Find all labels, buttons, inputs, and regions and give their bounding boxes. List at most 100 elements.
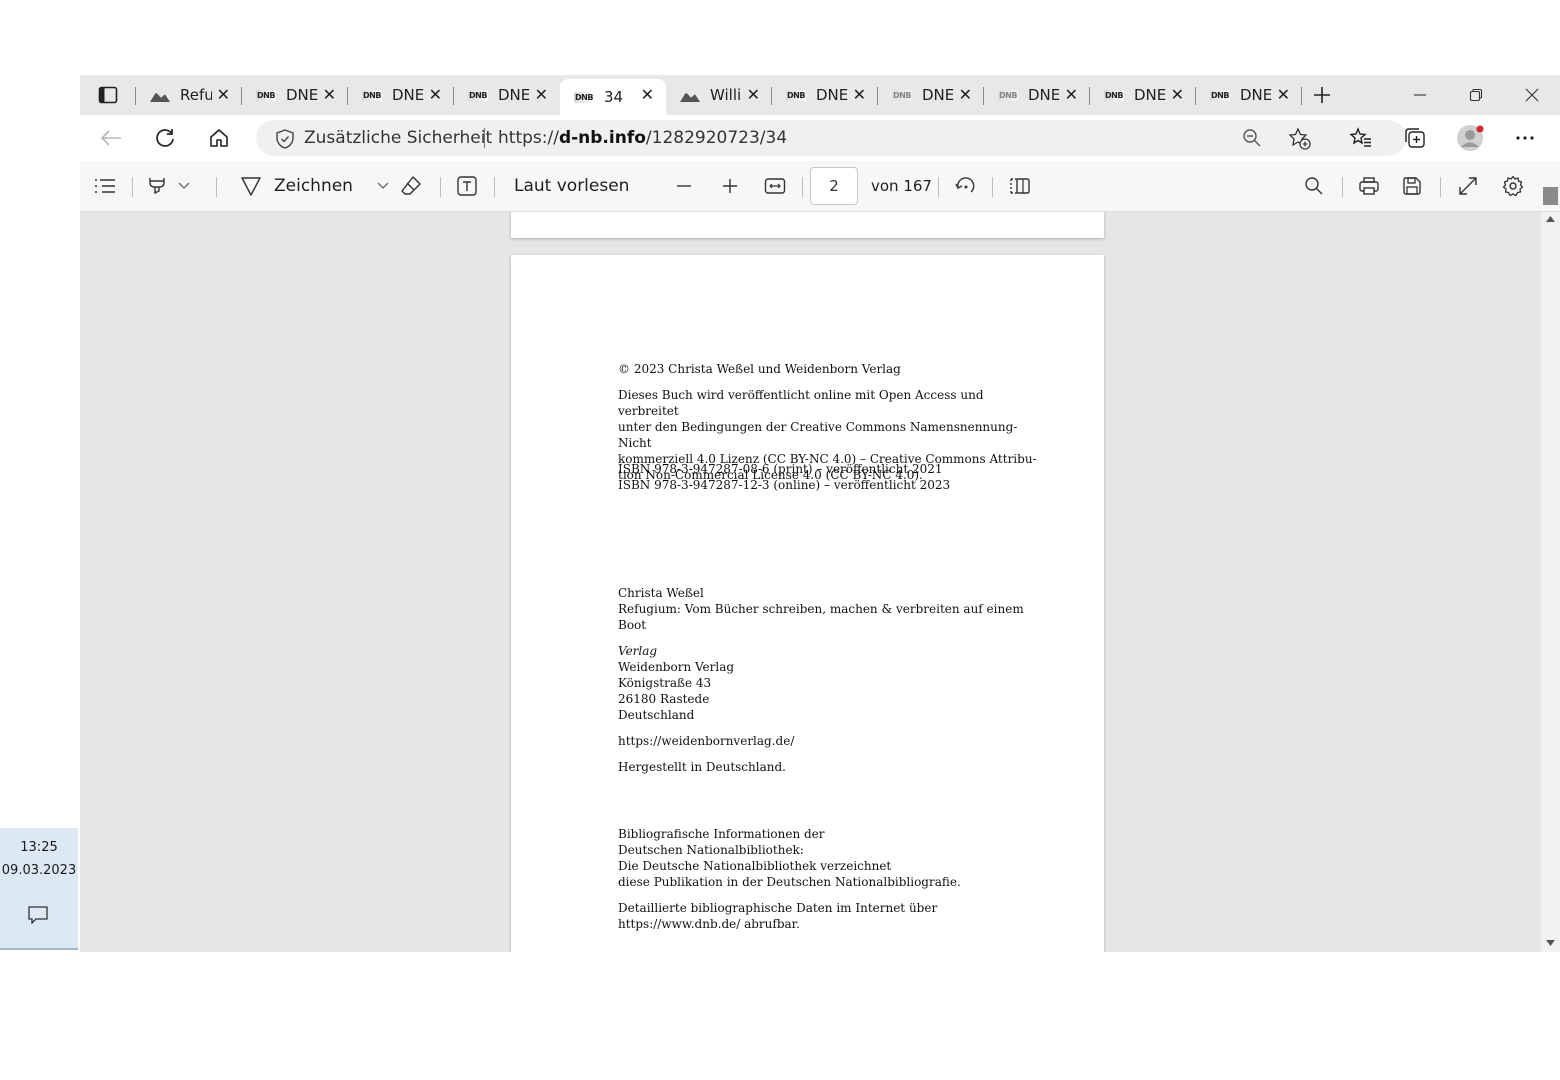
close-tab-icon[interactable]: ✕: [429, 85, 442, 104]
toolbar-separator: [440, 177, 441, 197]
tab-7[interactable]: DNB DNE ✕: [877, 79, 984, 111]
table-of-contents-button[interactable]: [94, 171, 116, 201]
save-button[interactable]: [1402, 171, 1422, 201]
zoom-out-button[interactable]: [676, 171, 692, 201]
add-favorite-icon[interactable]: [1288, 127, 1312, 151]
tab-5[interactable]: Willi ✕: [666, 79, 772, 111]
chevron-down-icon[interactable]: [178, 182, 190, 190]
clock-time[interactable]: 13:25: [0, 840, 78, 855]
rotate-button[interactable]: [954, 171, 976, 201]
highlight-button[interactable]: [146, 171, 190, 201]
notification-icon[interactable]: [28, 906, 48, 924]
clock-date[interactable]: 09.03.2023: [0, 863, 78, 878]
close-tab-icon[interactable]: ✕: [1065, 85, 1078, 104]
page-view-button[interactable]: [1008, 171, 1032, 201]
draw-label: Zeichnen: [274, 176, 353, 196]
tab-separator: [453, 87, 454, 105]
new-tab-button[interactable]: [1301, 79, 1342, 111]
search-button[interactable]: [1304, 171, 1324, 201]
security-label[interactable]: Zusätzliche Sicherheit: [304, 128, 492, 148]
zoom-out-icon[interactable]: [1242, 128, 1262, 148]
back-button[interactable]: [96, 123, 126, 153]
close-tab-icon[interactable]: ✕: [641, 85, 654, 104]
tab-10[interactable]: DNB DNE ✕: [1195, 79, 1302, 111]
tab-0[interactable]: Refu ✕: [135, 79, 242, 111]
author-name: Christa Weßel: [618, 586, 704, 600]
tab-separator: [983, 87, 984, 105]
taskbar-clock-area: 13:25 09.03.2023: [0, 828, 78, 950]
erase-button[interactable]: [400, 171, 422, 201]
home-button[interactable]: [204, 123, 234, 153]
tab-6[interactable]: DNB DNE ✕: [771, 79, 878, 111]
dnb-icon: DNB: [1210, 89, 1230, 101]
tab-4-active[interactable]: DNB 34 ✕: [560, 79, 666, 115]
image-icon: [150, 88, 170, 102]
pdf-settings-button[interactable]: [1502, 171, 1524, 201]
publisher-url[interactable]: https://weidenbornverlag.de/: [618, 733, 1048, 749]
biblio-line: diese Publikation in der Deutschen Natio…: [618, 875, 961, 889]
zoom-in-button[interactable]: [722, 171, 738, 201]
tab-2[interactable]: DNB DNE ✕: [347, 79, 454, 111]
avatar-icon: [1457, 125, 1484, 151]
tab-title: DNE: [392, 86, 424, 104]
list-icon: [95, 179, 115, 193]
scroll-up-icon[interactable]: [1546, 216, 1555, 222]
close-tab-icon[interactable]: ✕: [959, 85, 972, 104]
close-tab-icon[interactable]: ✕: [853, 85, 866, 104]
address-bar[interactable]: Zusätzliche Sicherheit https://d-nb.info…: [256, 120, 1406, 156]
close-tab-icon[interactable]: ✕: [535, 85, 548, 104]
restore-icon: [1469, 88, 1483, 102]
tab-title: DNE: [816, 86, 848, 104]
close-window-button[interactable]: [1504, 75, 1560, 115]
dnb-icon: DNB: [786, 89, 806, 101]
tab-title: DNE: [498, 86, 530, 104]
url-text[interactable]: https://d-nb.info/1282920723/34: [498, 128, 787, 148]
toolbar-separator: [1440, 177, 1441, 197]
pdf-viewport[interactable]: © 2023 Christa Weßel und Weidenborn Verl…: [80, 212, 1541, 952]
close-tab-icon[interactable]: ✕: [1277, 85, 1290, 104]
close-tab-icon[interactable]: ✕: [747, 85, 760, 104]
tab-1[interactable]: DNB DNE ✕: [241, 79, 348, 111]
more-button[interactable]: [1510, 123, 1540, 153]
reload-button[interactable]: [150, 123, 180, 153]
profile-button[interactable]: [1455, 123, 1485, 153]
scroll-down-icon[interactable]: [1546, 940, 1555, 946]
publisher-line: 26180 Rastede: [618, 692, 710, 706]
read-aloud-button[interactable]: Laut vorlesen: [514, 171, 629, 201]
biblio-line: Die Deutsche Nationalbibliothek verzeich…: [618, 859, 892, 873]
collections-button[interactable]: [1400, 123, 1430, 153]
detail-info: Detaillierte bibliographische Daten im I…: [618, 900, 1048, 932]
print-button[interactable]: [1358, 171, 1380, 201]
chevron-down-icon[interactable]: [377, 182, 389, 190]
favorites-button[interactable]: [1346, 123, 1376, 153]
close-tab-icon[interactable]: ✕: [217, 85, 230, 104]
toolbar-separator: [992, 177, 993, 197]
scrollbar-thumb[interactable]: [1543, 187, 1558, 205]
expand-icon: [1459, 177, 1477, 195]
page-number-input[interactable]: 2: [810, 167, 858, 205]
address-separator: [484, 128, 485, 148]
search-icon: [1305, 177, 1323, 195]
fullscreen-button[interactable]: [1458, 171, 1478, 201]
tab-actions-button[interactable]: [92, 79, 124, 111]
toolbar-separator: [216, 177, 217, 197]
close-tab-icon[interactable]: ✕: [323, 85, 336, 104]
publisher-block: Verlag Weidenborn Verlag Königstraße 43 …: [618, 643, 1048, 723]
vertical-scrollbar[interactable]: [1541, 212, 1560, 952]
restore-button[interactable]: [1448, 75, 1504, 115]
draw-button[interactable]: Zeichnen: [240, 171, 389, 201]
biblio-line: Bibliografische Informationen der: [618, 827, 825, 841]
add-text-button[interactable]: [456, 171, 478, 201]
url-path: /1282920723/34: [645, 128, 788, 148]
tab-3[interactable]: DNB DNE ✕: [453, 79, 560, 111]
isbn-line: ISBN 978-3-947287-08-6 (print) – veröffe…: [618, 462, 943, 476]
tab-separator: [1195, 87, 1196, 105]
read-aloud-label: Laut vorlesen: [514, 176, 630, 196]
minimize-button[interactable]: [1392, 75, 1448, 115]
fit-width-button[interactable]: [764, 171, 786, 201]
tab-8[interactable]: DNB DNE ✕: [983, 79, 1090, 111]
publisher-line: Weidenborn Verlag: [618, 660, 735, 674]
browser-window: Refu ✕ DNB DNE ✕ DNB DNE ✕ DNB DNE ✕ DNB…: [80, 75, 1560, 952]
close-tab-icon[interactable]: ✕: [1171, 85, 1184, 104]
tab-9[interactable]: DNB DNE ✕: [1089, 79, 1196, 111]
